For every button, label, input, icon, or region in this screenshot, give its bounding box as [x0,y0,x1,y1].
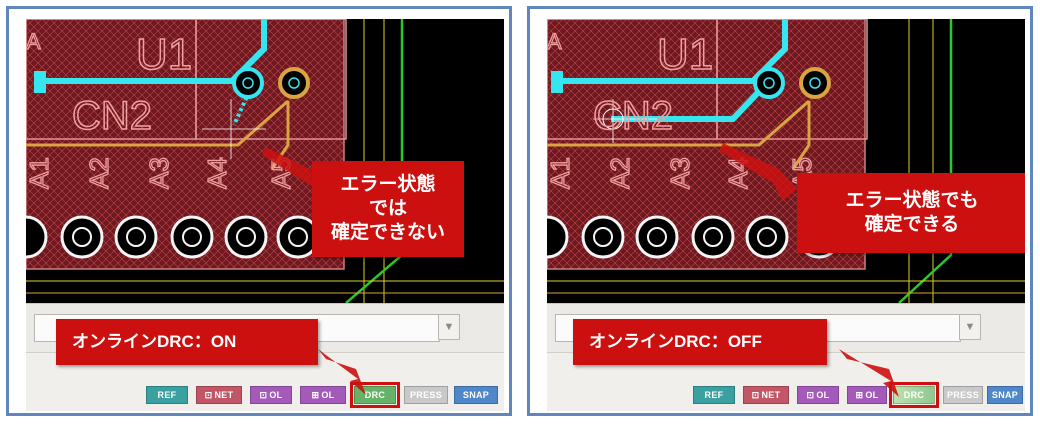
silkscreen-cn2: CN2 [72,94,152,138]
editor-window: U1 CN2 A A1 A2 A3 A4 A5 [547,19,1025,411]
silkscreen-u1: U1 [657,30,713,79]
silkscreen-pin-a1: A1 [547,157,575,189]
snap-button[interactable]: SNAP [987,386,1023,404]
outline-icon: ⊡ [806,389,815,400]
drc-callout: オンラインDRC：OFF [573,319,827,365]
silkscreen-pin-a2: A2 [605,157,635,189]
error-callout: エラー状態でも 確定できる [797,173,1025,253]
silkscreen-cn2: CN2 [593,94,673,138]
silkscreen-pin-a5: A5 [266,157,296,189]
pcb-canvas[interactable]: U1 CN2 A A1 A2 A3 A4 A5 [547,19,1025,303]
silkscreen-pin-a1: A1 [26,157,54,189]
net-icon: ⊡ [751,389,760,400]
text-ol-button[interactable]: ⊞ OL [300,386,346,404]
text-outline-icon: ⊞ [311,389,320,400]
drc-highlight [889,382,939,408]
error-callout: エラー状態 では 確定できない [312,161,464,257]
silkscreen-pin-a2: A2 [84,157,114,189]
editor-window: U1 CN2 A A1 A2 A3 A4 A5 [26,19,504,411]
drc-callout: オンラインDRC：ON [56,319,318,365]
text-outline-icon: ⊞ [855,389,864,400]
chevron-down-icon[interactable]: ▼ [438,314,460,340]
press-button[interactable]: PRESS [404,386,448,404]
press-button[interactable]: PRESS [943,386,983,404]
ref-button[interactable]: REF [693,386,735,404]
net-icon: ⊡ [204,389,213,400]
silkscreen-pin-a4: A4 [723,157,753,189]
net-button[interactable]: ⊡ NET [196,386,242,404]
outline-icon: ⊡ [259,389,268,400]
silkscreen-pin-a3: A3 [144,157,174,189]
ref-button[interactable]: REF [146,386,188,404]
svg-text:A: A [26,29,41,54]
net-button[interactable]: ⊡ NET [743,386,789,404]
silkscreen-pin-a3: A3 [665,157,695,189]
chevron-down-icon[interactable]: ▼ [959,314,981,340]
ol-button[interactable]: ⊡ OL [797,386,839,404]
silkscreen-pin-a4: A4 [202,157,232,189]
svg-text:A: A [547,29,562,54]
silkscreen-u1: U1 [136,30,192,79]
snap-button[interactable]: SNAP [454,386,498,404]
screenshot-panel-drc-off: U1 CN2 A A1 A2 A3 A4 A5 [527,6,1033,416]
drc-highlight [350,382,400,408]
screenshot-panel-drc-on: U1 CN2 A A1 A2 A3 A4 A5 ▼ REF ⊡ NET ⊡ OL… [6,6,512,416]
text-ol-button[interactable]: ⊞ OL [847,386,887,404]
ol-button[interactable]: ⊡ OL [250,386,292,404]
